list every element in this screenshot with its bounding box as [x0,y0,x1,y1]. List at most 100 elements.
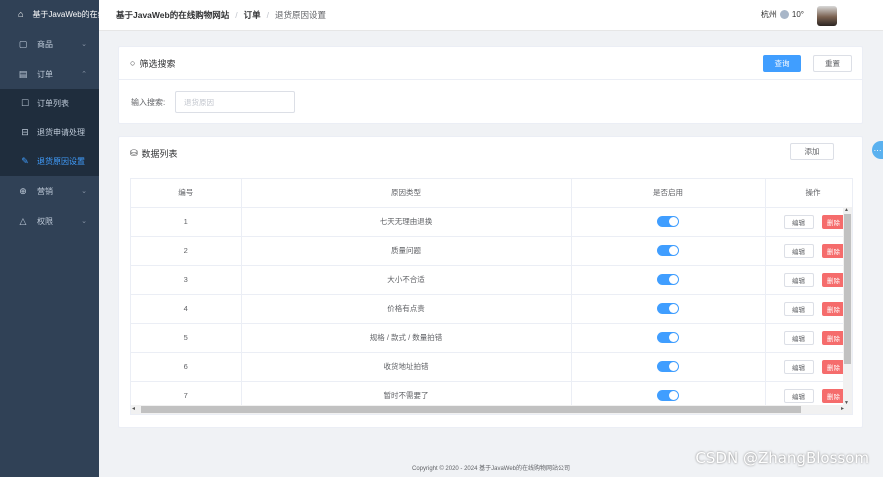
cell-id: 1 [131,207,242,237]
add-button[interactable]: 添加 [790,143,834,160]
sidebar-sub-order-list[interactable]: ☐ 订单列表 [0,89,99,118]
sidebar-sub-label: 订单列表 [37,99,69,108]
breadcrumb-orders[interactable]: 订单 [244,9,261,21]
horizontal-scroll-thumb[interactable] [141,406,801,413]
cell-enabled [571,236,766,266]
edit-doc-icon: ☐ [20,98,30,108]
filter-title: 筛选搜索 [139,58,176,69]
breadcrumb-root[interactable]: 基于JavaWeb的在线购物网站 [116,9,229,21]
scroll-up-icon[interactable]: ▲ [844,207,849,213]
breadcrumb-current: 退货原因设置 [274,10,326,20]
cell-actions: 编辑 删除 [765,236,852,266]
cell-reason: 规格 / 款式 / 数量拍错 [241,323,572,353]
weather-icon [779,10,789,19]
enabled-toggle[interactable] [657,390,679,401]
column-header: 操作 [765,179,852,208]
enabled-toggle[interactable] [657,245,679,256]
scroll-left-icon[interactable]: ◂ [132,405,135,412]
data-card: ⛁ 数据列表 添加 编号 原因类型 是否启用 操作 1 七天无理由退换 编辑 删除 2 质… [118,136,863,428]
table-row: 3 大小不合适 编辑 删除 [131,265,852,295]
sidebar-item-permissions[interactable]: △ 权限 ⌄ [0,206,99,236]
cell-enabled [571,323,766,353]
cell-actions: 编辑 删除 [765,323,852,353]
edit-button[interactable]: 编辑 [783,301,814,316]
reset-button[interactable]: 重置 [813,55,852,72]
cell-actions: 编辑 删除 [765,294,852,324]
gift-icon: ⊕ [19,185,27,196]
edit-button[interactable]: 编辑 [783,243,814,258]
sidebar-sub-return-reason[interactable]: ✎ 退货原因设置 [0,147,99,176]
vertical-scrollbar[interactable]: ▲ ▼ [843,207,852,406]
sidebar-item-label: 权限 [37,216,53,226]
edit-icon: ✎ [21,156,29,166]
data-table: 编号 原因类型 是否启用 操作 1 七天无理由退换 编辑 删除 2 质量问题 编辑 删除 3 大小… [130,178,853,415]
delete-button[interactable]: 删除 [821,330,846,345]
horizontal-scrollbar[interactable]: ◂ ▸ [131,405,852,414]
sidebar-sub-label: 退货原因设置 [37,157,85,166]
search-input[interactable]: 退货原因 [175,91,295,113]
delete-button[interactable]: 删除 [821,272,846,287]
edit-button[interactable]: 编辑 [783,388,814,403]
cell-actions: 编辑 删除 [765,265,852,295]
cell-reason: 收货地址拍错 [241,352,572,382]
cell-enabled [571,352,766,382]
filter-card: ○ 筛选搜索 查询 重置 输入搜索: 退货原因 [118,46,863,124]
sidebar-item-goods[interactable]: ▢ 商品 ⌄ [0,29,99,59]
cell-enabled [571,294,766,324]
edit-button[interactable]: 编辑 [783,272,814,287]
delete-button[interactable]: 删除 [821,243,846,258]
bell-icon: △ [19,215,27,226]
search-input-label: 输入搜索: [131,98,166,107]
search-button[interactable]: 查询 [763,55,801,72]
box-icon: ⊟ [21,127,29,137]
enabled-toggle[interactable] [657,216,679,227]
delete-button[interactable]: 删除 [821,388,846,403]
cell-enabled [571,207,766,237]
enabled-toggle[interactable] [657,303,679,314]
sidebar-sub-label: 退货申请处理 [37,128,85,137]
cell-reason: 大小不合适 [241,265,572,295]
table-row: 5 规格 / 款式 / 数量拍错 编辑 删除 [131,323,852,353]
sidebar-item-label: 商品 [37,39,53,49]
sidebar-item-label: 营销 [37,186,53,196]
weather-widget: 杭州 10° [761,9,804,20]
cell-id: 3 [131,265,242,295]
edit-button[interactable]: 编辑 [783,359,814,374]
cell-reason: 七天无理由退换 [241,207,572,237]
table-header-row: 编号 原因类型 是否启用 操作 [131,179,852,208]
edit-button[interactable]: 编辑 [783,214,814,229]
cell-id: 6 [131,352,242,382]
cell-id: 4 [131,294,242,324]
breadcrumb-separator: / [266,10,269,20]
watermark: CSDN @ZhangBlossom [695,449,869,467]
sidebar-home[interactable]: ⌂ 基于JavaWeb的在线购物网站 [0,0,99,28]
delete-button[interactable]: 删除 [821,301,846,316]
search-icon: ○ [130,58,136,68]
sidebar-item-marketing[interactable]: ⊕ 营销 ⌄ [0,176,99,206]
avatar[interactable] [817,6,837,26]
edit-button[interactable]: 编辑 [783,330,814,345]
chevron-down-icon: ⌄ [81,41,87,48]
cell-id: 5 [131,323,242,353]
enabled-toggle[interactable] [657,332,679,343]
vertical-scroll-thumb[interactable] [844,214,851,364]
data-title: 数据列表 [141,149,178,159]
table-row: 6 收货地址拍错 编辑 删除 [131,352,852,382]
home-icon: ⌂ [18,9,24,19]
floating-helper-icon[interactable]: ⋯ [872,141,883,159]
cell-actions: 编辑 删除 [765,207,852,237]
sidebar-item-orders[interactable]: ▤ 订单 ⌃ [0,59,99,89]
enabled-toggle[interactable] [657,274,679,285]
cell-reason: 质量问题 [241,236,572,266]
column-header: 原因类型 [241,179,572,208]
cell-actions: 编辑 删除 [765,352,852,382]
delete-button[interactable]: 删除 [821,214,846,229]
sidebar-home-label: 基于JavaWeb的在线购物网站 [32,9,99,19]
delete-button[interactable]: 删除 [821,359,846,374]
sidebar-sub-return-apply[interactable]: ⊟ 退货申请处理 [0,118,99,147]
top-header: 基于JavaWeb的在线购物网站 / 订单 / 退货原因设置 杭州 10° [99,0,883,31]
scroll-right-icon[interactable]: ▸ [841,405,844,412]
table-row: 4 价格有点贵 编辑 删除 [131,294,852,324]
enabled-toggle[interactable] [657,361,679,372]
cell-reason: 价格有点贵 [241,294,572,324]
